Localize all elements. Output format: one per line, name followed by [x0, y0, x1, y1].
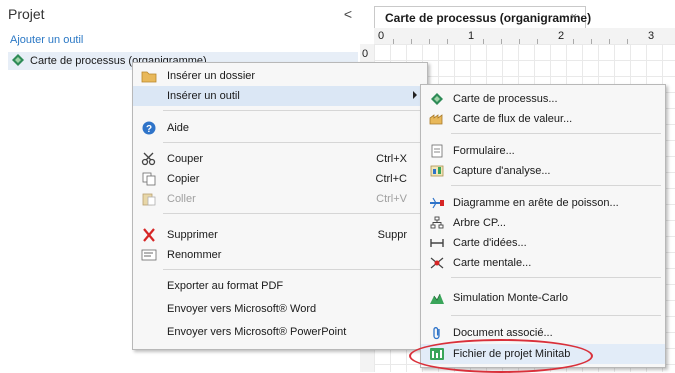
menu-item-label: Envoyer vers Microsoft® PowerPoint: [167, 326, 347, 338]
menu-item-send-powerpoint[interactable]: Envoyer vers Microsoft® PowerPoint: [133, 322, 427, 342]
project-pane-title: Projet: [8, 6, 45, 22]
copy-icon: [142, 172, 156, 186]
submenu-item-label: Simulation Monte-Carlo: [453, 292, 568, 304]
context-menu: Insérer un dossier Insérer un outil ? Ai…: [132, 62, 428, 350]
process-map-icon: [12, 54, 24, 66]
menu-item-cut[interactable]: Couper Ctrl+X: [133, 149, 427, 169]
ruler-label: 3: [648, 30, 655, 42]
ruler-label: 0: [378, 30, 385, 42]
menu-item-copy[interactable]: Copier Ctrl+C: [133, 169, 427, 189]
add-tool-link[interactable]: Ajouter un outil: [10, 34, 83, 46]
menu-item-shortcut: Ctrl+V: [376, 193, 407, 205]
attachment-icon: [433, 327, 440, 340]
menu-item-label: Couper: [167, 153, 204, 165]
idea-map-icon: [430, 239, 444, 247]
tab-process-map[interactable]: Carte de processus (organigramme) ×: [374, 6, 591, 29]
menu-item-label: Coller: [167, 193, 196, 205]
help-icon: ?: [142, 121, 156, 135]
rename-icon: [141, 249, 157, 261]
submenu-item-label: Carte d'idées...: [453, 237, 527, 249]
svg-text:?: ?: [146, 124, 152, 135]
folder-icon: [141, 71, 157, 83]
fishbone-icon: [430, 197, 444, 209]
submenu-item-label: Document associé...: [453, 327, 553, 339]
menu-item-paste[interactable]: Coller Ctrl+V: [133, 189, 427, 209]
annotation-highlight-oval: [409, 339, 593, 373]
menu-item-help[interactable]: ? Aide: [133, 118, 427, 138]
menu-item-delete[interactable]: Supprimer Suppr: [133, 225, 427, 245]
menu-item-label: Supprimer: [167, 229, 218, 241]
submenu-item-form[interactable]: Formulaire...: [421, 141, 665, 161]
menu-item-shortcut: Suppr: [377, 229, 407, 241]
ruler-label: 0: [362, 48, 369, 60]
submenu-item-value-stream[interactable]: Carte de flux de valeur...: [421, 109, 665, 129]
delete-icon: [143, 228, 155, 242]
menu-item-shortcut: Ctrl+X: [376, 153, 407, 165]
submenu-item-idea-map[interactable]: Carte d'idées...: [421, 233, 665, 253]
process-map-icon: [431, 93, 443, 105]
submenu-item-label: Carte de processus...: [453, 93, 558, 105]
ruler-label: 2: [558, 30, 565, 42]
submenu-item-label: Arbre CP...: [453, 217, 506, 229]
menu-item-label: Copier: [167, 173, 200, 185]
menu-item-label: Aide: [167, 122, 190, 134]
form-icon: [431, 144, 443, 158]
paste-icon: [142, 193, 156, 206]
menu-item-rename[interactable]: Renommer: [133, 245, 427, 265]
submenu-item-label: Carte mentale...: [453, 257, 532, 269]
analysis-capture-icon: [430, 165, 444, 177]
mind-map-icon: [430, 257, 444, 269]
menu-item-insert-folder[interactable]: Insérer un dossier: [133, 66, 427, 86]
horizontal-ruler: 0 1 2 3: [374, 28, 675, 45]
menu-item-send-word[interactable]: Envoyer vers Microsoft® Word: [133, 299, 427, 319]
menu-item-label: Insérer un outil: [167, 90, 240, 102]
menu-item-insert-tool[interactable]: Insérer un outil: [133, 86, 427, 106]
monte-carlo-icon: [430, 293, 444, 304]
submenu-item-label: Carte de flux de valeur...: [453, 113, 573, 125]
project-pane-header: Projet <: [0, 0, 360, 26]
collapse-pane-button[interactable]: <: [344, 6, 352, 22]
value-stream-icon: [429, 114, 443, 125]
submenu-item-ctq-tree[interactable]: Arbre CP...: [421, 213, 665, 233]
submenu-arrow-icon: [413, 91, 417, 99]
submenu-item-analysis-capture[interactable]: Capture d'analyse...: [421, 161, 665, 181]
menu-item-label: Exporter au format PDF: [167, 280, 284, 292]
submenu-item-mind-map[interactable]: Carte mentale...: [421, 253, 665, 273]
insert-tool-submenu: Carte de processus... Carte de flux de v…: [420, 84, 666, 368]
menu-item-label: Envoyer vers Microsoft® Word: [167, 303, 317, 315]
submenu-item-label: Formulaire...: [453, 145, 515, 157]
ctq-tree-icon: [430, 216, 444, 229]
menu-item-export-pdf[interactable]: Exporter au format PDF: [133, 276, 427, 296]
tab-label: Carte de processus (organigramme): [385, 11, 592, 25]
close-tab-icon[interactable]: ×: [571, 11, 577, 23]
submenu-item-label: Diagramme en arête de poisson...: [453, 197, 619, 209]
cut-icon: [141, 152, 156, 166]
submenu-item-fishbone[interactable]: Diagramme en arête de poisson...: [421, 193, 665, 213]
submenu-item-monte-carlo[interactable]: Simulation Monte-Carlo: [421, 288, 665, 308]
menu-item-label: Insérer un dossier: [167, 70, 256, 82]
submenu-item-process-map[interactable]: Carte de processus...: [421, 89, 665, 109]
menu-item-label: Renommer: [167, 249, 222, 261]
menu-item-shortcut: Ctrl+C: [375, 173, 407, 185]
submenu-item-label: Capture d'analyse...: [453, 165, 551, 177]
ruler-label: 1: [468, 30, 475, 42]
